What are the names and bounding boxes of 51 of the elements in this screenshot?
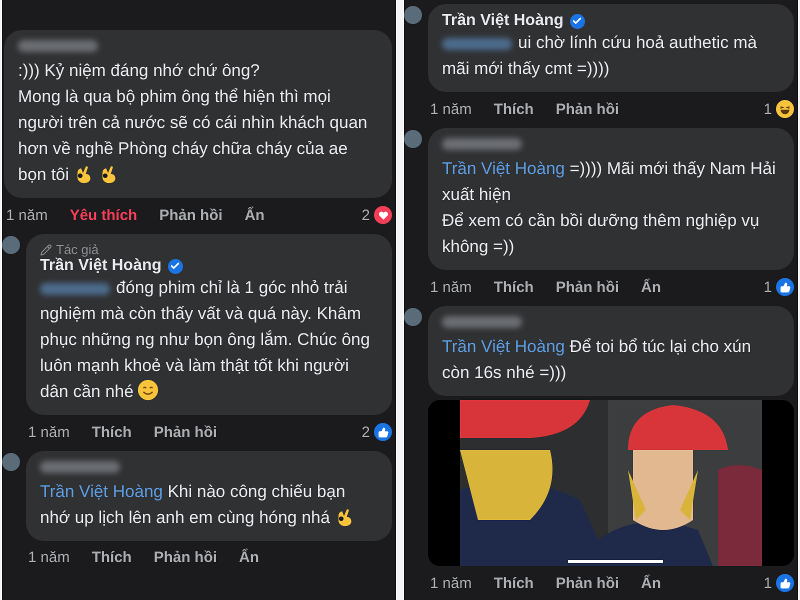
like-reaction-icon	[776, 278, 794, 296]
like-link[interactable]: Yêu thích	[70, 206, 138, 224]
like-link[interactable]: Thích	[92, 424, 132, 440]
hide-link[interactable]: Ẩn	[641, 574, 662, 592]
comment-time: 1 năm	[430, 278, 472, 296]
comment-text: :))) Kỷ niệm đáng nhớ chứ ông? Mong là qua bộ phim ông thể hiện thì mọi người trên cả nước sẽ có cái nhìn khách quan hơn về nghề Phòng cháy chữa cháy của ae bọn tôi	[18, 60, 368, 186]
reaction-count: 1	[764, 574, 772, 592]
comment-text: đóng phim chỉ là 1 góc nhỏ trải nghiệm mà còn thấy vất và quá này. Khâm phục những ng như bọn ông lắm. Chúc ông luôn mạnh khoẻ và làm thật tốt khi người dân cần nhé	[40, 277, 371, 403]
comment-text: Trần Việt Hoàng Để toi bổ túc lại cho xún còn 16s nhé =)))	[442, 336, 752, 384]
comment-text: Trần Việt Hoàng =)))) Mãi mới thấy Nam Hải xuất hiện Để xem có cần bồi dưỡng thêm nghiệp vụ không =))	[442, 158, 777, 258]
comment-time: 1 năm	[28, 424, 70, 440]
like-reaction-icon	[776, 574, 794, 592]
reply-link[interactable]: Phản hồi	[154, 424, 218, 440]
author-name[interactable]: Trần Việt Hoàng	[40, 257, 162, 275]
avatar[interactable]	[2, 236, 20, 254]
comment-time: 1 năm	[6, 206, 48, 224]
avatar[interactable]	[2, 453, 20, 471]
like-link[interactable]: Thích	[92, 549, 132, 566]
reaction-count: 1	[764, 100, 772, 118]
mention-link[interactable]: Trần Việt Hoàng	[40, 482, 163, 501]
reply-link[interactable]: Phản hồi	[556, 574, 620, 592]
pencil-icon	[40, 244, 52, 256]
hide-link[interactable]: Ẩn	[239, 549, 260, 566]
hide-link[interactable]: Ẩn	[244, 206, 265, 224]
hide-link[interactable]: Ẩn	[641, 278, 662, 296]
comment-text: ui chờ lính cứu hoả authetic mà mãi mới thấy cmt =))))	[442, 32, 758, 80]
heart-reaction-icon	[374, 206, 392, 224]
reply-link[interactable]: Phản hồi	[556, 100, 620, 118]
author-label: Tác giả	[56, 242, 99, 257]
avatar[interactable]	[404, 130, 422, 148]
comment-text: Trần Việt Hoàng Khi nào công chiếu bạn nhớ up lịch lên anh em cùng hóng nhá	[40, 479, 380, 531]
reaction-count: 2	[362, 424, 370, 440]
reply-link[interactable]: Phản hồi	[154, 549, 218, 566]
reaction-count: 2	[362, 206, 370, 224]
comment-time: 1 năm	[430, 574, 472, 592]
like-link[interactable]: Thích	[494, 278, 534, 296]
comment-time: 1 năm	[28, 549, 70, 566]
smiling-face-icon	[136, 379, 159, 401]
like-reaction-icon	[374, 423, 392, 441]
like-link[interactable]: Thích	[494, 574, 534, 592]
avatar[interactable]	[404, 308, 422, 326]
comment-time: 1 năm	[430, 100, 472, 118]
mention-link[interactable]: Trần Việt Hoàng	[442, 159, 565, 178]
mention-link[interactable]: Trần Việt Hoàng	[442, 337, 565, 356]
reply-link[interactable]: Phản hồi	[159, 206, 223, 224]
reply-link[interactable]: Phản hồi	[556, 278, 620, 296]
laughing-face-icon	[776, 100, 794, 118]
reaction-count: 1	[764, 278, 772, 296]
like-link[interactable]: Thích	[494, 100, 534, 118]
author-name[interactable]: Trần Việt Hoàng	[442, 12, 564, 30]
avatar[interactable]	[404, 6, 422, 24]
